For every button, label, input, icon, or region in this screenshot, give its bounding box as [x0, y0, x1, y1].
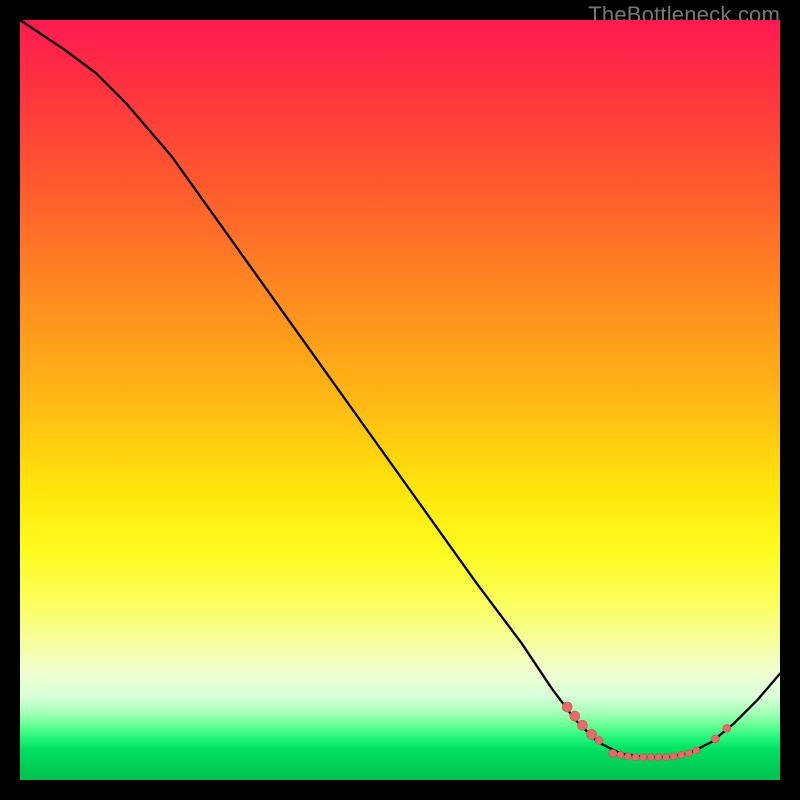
heat-gradient [20, 20, 780, 780]
plot-area [20, 20, 780, 780]
chart-stage: TheBottleneck.com [0, 0, 800, 800]
